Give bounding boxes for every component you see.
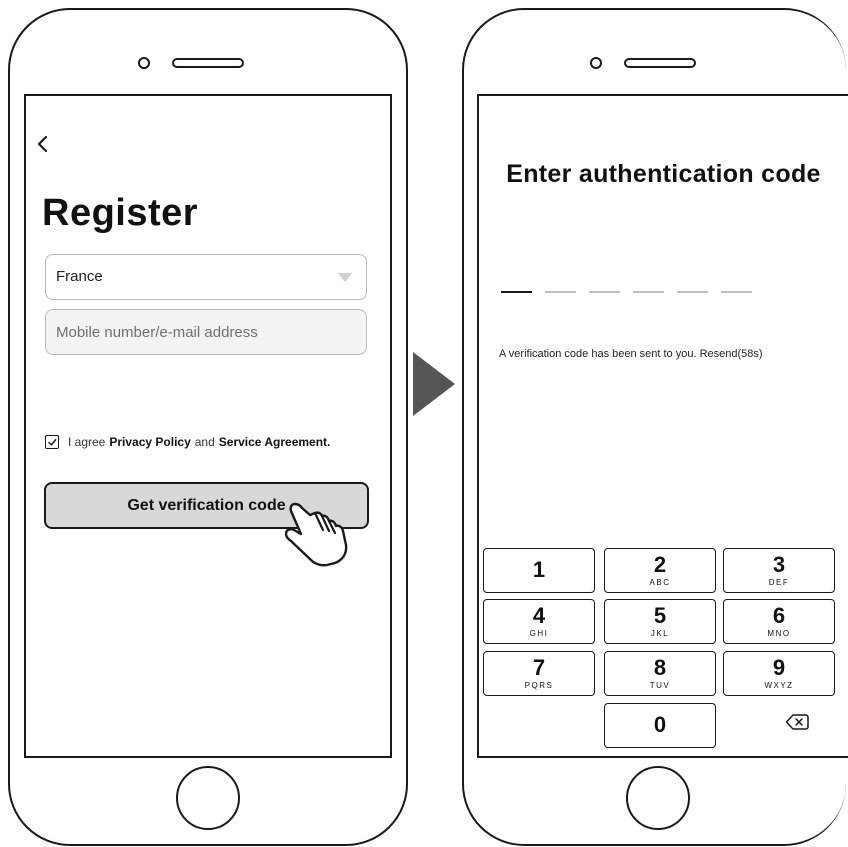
pointing-hand-icon [284, 502, 348, 567]
home-button[interactable] [176, 766, 240, 830]
keypad-key-8[interactable]: 8 TUV [604, 651, 716, 696]
register-screen: Register France I agree Privacy Policy a… [24, 94, 392, 758]
front-camera [138, 57, 150, 69]
agreement-row: I agree Privacy Policy and Service Agree… [45, 433, 334, 451]
country-value: France [56, 268, 103, 285]
keypad-key-2[interactable]: 2 ABC [604, 548, 716, 593]
backspace-icon[interactable] [785, 713, 809, 731]
service-agreement-link[interactable]: Service Agreement. [219, 435, 331, 449]
resend-message[interactable]: A verification code has been sent to you… [499, 348, 763, 360]
back-chevron-icon[interactable] [34, 134, 52, 154]
key-letters: ABC [649, 578, 671, 587]
key-digit: 6 [772, 603, 786, 628]
key-digit: 0 [653, 712, 667, 737]
key-digit: 7 [532, 655, 546, 680]
keypad-key-9[interactable]: 9 WXYZ [723, 651, 835, 696]
earpiece-speaker [172, 58, 244, 68]
country-select[interactable]: France [45, 254, 367, 300]
key-digit: 4 [532, 603, 546, 628]
key-digit: 2 [653, 552, 667, 577]
page-title: Register [42, 192, 199, 234]
account-input[interactable] [46, 310, 366, 354]
key-digit: 8 [653, 655, 667, 680]
keypad-key-7[interactable]: 7 PQRS [483, 651, 595, 696]
code-digit-slot[interactable] [501, 291, 532, 293]
key-letters: TUV [649, 681, 671, 690]
earpiece-speaker [624, 58, 696, 68]
code-digit-slot[interactable] [545, 291, 576, 293]
code-digit-slot[interactable] [721, 291, 752, 293]
home-button[interactable] [626, 766, 690, 830]
keypad-key-3[interactable]: 3 DEF [723, 548, 835, 593]
key-digit: 3 [772, 552, 786, 577]
privacy-policy-link[interactable]: Privacy Policy [109, 435, 190, 449]
code-digit-slot[interactable] [589, 291, 620, 293]
key-letters: JKL [650, 629, 670, 638]
dropdown-arrow-icon [338, 273, 352, 282]
key-letters: DEF [768, 578, 790, 587]
next-arrow-icon [413, 352, 455, 416]
key-letters: GHI [529, 629, 549, 638]
code-digit-slot[interactable] [633, 291, 664, 293]
agree-and: and [194, 435, 215, 449]
keypad-key-1[interactable]: 1 [483, 548, 595, 593]
key-letters: PQRS [524, 681, 554, 690]
keypad-key-4[interactable]: 4 GHI [483, 599, 595, 644]
key-letters: MNO [767, 629, 791, 638]
front-camera [590, 57, 602, 69]
key-digit: 1 [532, 557, 546, 582]
keypad-key-6[interactable]: 6 MNO [723, 599, 835, 644]
checkbox-checked-icon[interactable] [45, 435, 59, 449]
keypad-key-0[interactable]: 0 [604, 703, 716, 748]
page-title: Enter authentication code [506, 160, 821, 188]
keypad-key-5[interactable]: 5 JKL [604, 599, 716, 644]
code-digit-slot[interactable] [677, 291, 708, 293]
agree-prefix: I agree [68, 435, 106, 449]
key-digit: 5 [653, 603, 667, 628]
key-letters: WXYZ [764, 681, 794, 690]
key-digit: 9 [772, 655, 786, 680]
account-field[interactable] [45, 309, 367, 355]
